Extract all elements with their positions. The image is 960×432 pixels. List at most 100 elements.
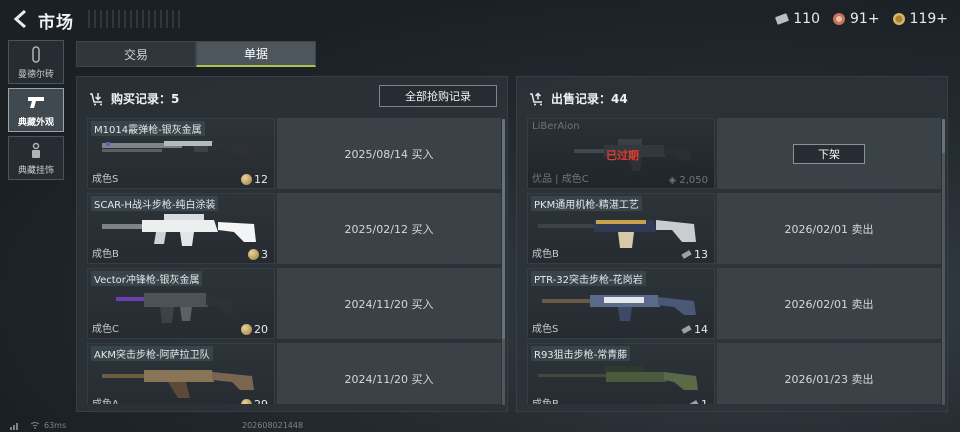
item-thumbnail: AKM突击步枪-阿萨拉卫队 成色A 29 — [87, 343, 275, 404]
item-name: PKM通用机枪-精湛工艺 — [531, 196, 642, 211]
sell-records-title: 出售记录：44 — [551, 92, 628, 106]
item-grade: 优品 | 成色C — [532, 174, 589, 185]
buy-records-title: 购买记录：5 — [111, 92, 180, 106]
item-name: R93狙击步枪-常青藤 — [531, 346, 631, 361]
page-title: 市场 — [38, 13, 74, 33]
cart-up-icon — [530, 91, 542, 105]
item-name: PTR-32突击步枪-花岗岩 — [531, 271, 646, 286]
item-grade: 成色C — [92, 324, 119, 335]
item-quantity: 13 — [681, 248, 708, 261]
scrollbar-thumb[interactable] — [942, 119, 945, 153]
ping-text: 63ms — [44, 421, 67, 430]
item-grade: 成色B — [532, 249, 559, 260]
record-date: 2024/11/20 买入 — [277, 268, 501, 339]
item-name: SCAR-H战斗步枪-纯白涂装 — [91, 196, 219, 211]
sell-record-row-expired[interactable]: LiBerAion 已过期 优品 | 成色C ◈ 2,050 下架 — [527, 118, 941, 189]
expired-tag: 已过期 — [606, 149, 639, 162]
record-actions: 下架 — [717, 118, 941, 189]
assault-rifle-icon — [102, 370, 254, 398]
record-date: 2026/02/01 卖出 — [717, 193, 941, 264]
item-thumbnail: M1014霰弹枪-银灰金属 成色S 12 — [87, 118, 275, 189]
record-date: 2024/11/20 买入 — [277, 343, 501, 404]
scroll-track[interactable] — [942, 119, 945, 405]
sell-records-header: 出售记录：44 — [529, 90, 628, 107]
item-thumbnail: LiBerAion 已过期 优品 | 成色C ◈ 2,050 — [527, 118, 715, 189]
item-grade: 成色B — [532, 395, 559, 404]
item-name: M1014霰弹枪-银灰金属 — [91, 121, 205, 136]
smg-icon — [116, 293, 234, 323]
currency-coin[interactable]: 119+ — [892, 11, 948, 27]
item-quantity: 14 — [681, 323, 708, 336]
item-quantity: 3 — [248, 248, 268, 261]
assault-rifle-icon — [542, 295, 696, 321]
item-quantity: 12 — [241, 173, 268, 186]
item-thumbnail: PTR-32突击步枪-花岗岩 成色S 14 — [527, 268, 715, 339]
charm-icon — [32, 142, 40, 158]
tab-trade[interactable]: 交易 — [76, 41, 196, 67]
sidebar-item-skins[interactable]: 典藏外观 — [8, 88, 64, 132]
currency-ticket[interactable]: 110 — [775, 11, 820, 27]
coin-icon — [241, 399, 252, 404]
title-decoration — [88, 10, 180, 28]
sidebar-item-brick[interactable]: 曼德尔砖 — [8, 40, 64, 84]
pistol-icon — [28, 97, 44, 108]
item-grade: 成色S — [92, 174, 119, 185]
currency-bar: 110 91+ 119+ — [775, 11, 948, 27]
coin-icon — [241, 174, 252, 185]
record-date: 2026/01/23 卖出 — [717, 343, 941, 404]
machine-gun-icon — [538, 220, 696, 248]
signal-icon — [10, 423, 18, 430]
coin-icon — [241, 324, 252, 335]
sell-record-row[interactable]: PTR-32突击步枪-花岗岩 成色S 14 2026/02/01 卖出 — [527, 268, 941, 339]
sell-records-panel: 出售记录：44 LiBerAion 已过期 优品 | 成色C ◈ 2,050 下… — [516, 76, 948, 412]
sell-record-row[interactable]: R93狙击步枪-常青藤 成色B 1 2026/01/23 卖出 — [527, 343, 941, 404]
item-quantity: 1 — [688, 398, 708, 404]
medal-icon — [833, 13, 845, 25]
delist-button[interactable]: 下架 — [793, 143, 865, 164]
buy-record-row[interactable]: SCAR-H战斗步枪-纯白涂装 成色B 3 2025/02/12 买入 — [87, 193, 501, 264]
wifi-icon — [30, 422, 40, 429]
item-quantity: 20 — [241, 323, 268, 336]
record-date: 2026/02/01 卖出 — [717, 268, 941, 339]
status-footer: 63ms 202608021448 — [0, 420, 960, 432]
record-date: 2025/08/14 买入 — [277, 118, 501, 189]
sniper-rifle-icon — [538, 366, 698, 390]
item-name: AKM突击步枪-阿萨拉卫队 — [91, 346, 213, 361]
item-name: Vector冲锋枪-银灰金属 — [91, 271, 203, 286]
coin-icon — [248, 249, 259, 260]
cart-down-icon — [90, 92, 102, 105]
buy-records-panel: 购买记录：5 全部抢购记录 M1014霰弹枪-银灰金属 成色S 12 2025/… — [76, 76, 508, 412]
item-grade: 成色A — [92, 395, 119, 404]
item-grade: 成色S — [532, 324, 559, 335]
item-thumbnail: SCAR-H战斗步枪-纯白涂装 成色B 3 — [87, 193, 275, 264]
item-grade: 成色B — [92, 249, 119, 260]
scrollbar-thumb[interactable] — [502, 119, 505, 339]
brick-icon — [32, 46, 40, 63]
buy-record-row[interactable]: AKM突击步枪-阿萨拉卫队 成色A 29 2024/11/20 买入 — [87, 343, 501, 404]
buy-record-row[interactable]: M1014霰弹枪-银灰金属 成色S 12 2025/08/14 买入 — [87, 118, 501, 189]
ticket-icon — [681, 325, 692, 334]
side-nav: 曼德尔砖 典藏外观 典藏挂饰 — [8, 40, 66, 184]
top-bar: 市场 110 91+ 119+ — [0, 0, 960, 38]
item-thumbnail: PKM通用机枪-精湛工艺 成色B 13 — [527, 193, 715, 264]
rifle-icon — [102, 214, 256, 246]
sell-records-list: LiBerAion 已过期 优品 | 成色C ◈ 2,050 下架 PKM通用机… — [527, 118, 941, 404]
coin-icon — [892, 13, 905, 25]
ticket-icon — [681, 250, 692, 259]
shotgun-icon — [102, 141, 258, 159]
tab-bar: 交易 单据 — [76, 41, 316, 67]
item-price: ◈ 2,050 — [668, 175, 708, 186]
sell-record-row[interactable]: PKM通用机枪-精湛工艺 成色B 13 2026/02/01 卖出 — [527, 193, 941, 264]
buy-records-list: M1014霰弹枪-银灰金属 成色S 12 2025/08/14 买入 SCAR-… — [87, 118, 501, 404]
item-quantity: 29 — [241, 398, 268, 404]
buy-record-row[interactable]: Vector冲锋枪-银灰金属 成色C 20 2024/11/20 买入 — [87, 268, 501, 339]
all-purchase-records-button[interactable]: 全部抢购记录 — [379, 85, 497, 107]
tab-orders[interactable]: 单据 — [196, 41, 316, 67]
ticket-icon — [688, 400, 699, 404]
back-arrow-icon[interactable] — [12, 9, 30, 29]
sidebar-item-charms[interactable]: 典藏挂饰 — [8, 136, 64, 180]
currency-medal[interactable]: 91+ — [832, 11, 880, 27]
build-id-text: 202608021448 — [242, 421, 304, 430]
record-date: 2025/02/12 买入 — [277, 193, 501, 264]
ticket-icon — [775, 13, 789, 25]
